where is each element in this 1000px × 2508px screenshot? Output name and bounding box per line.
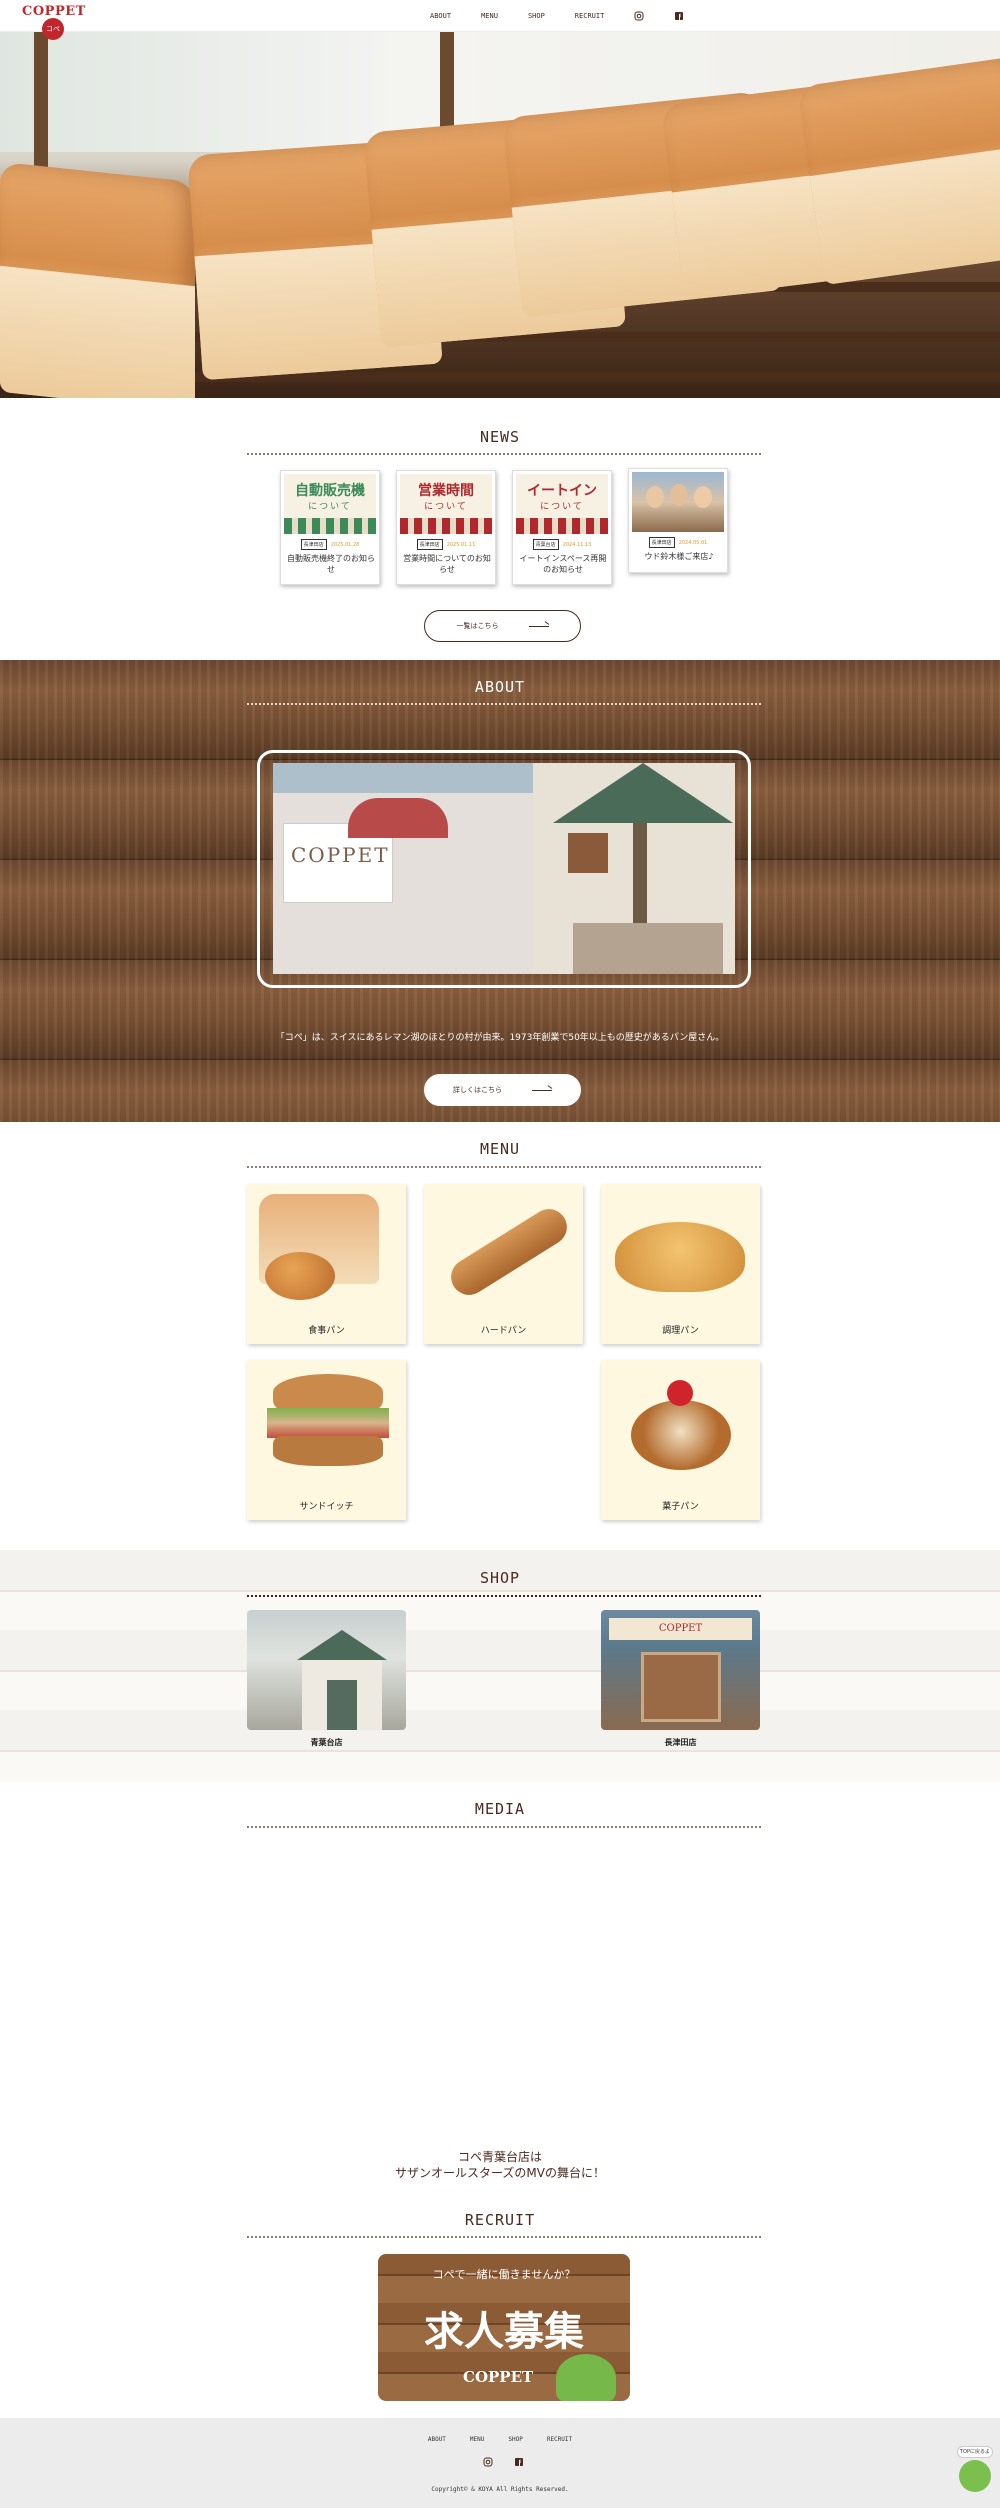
shop-sign: COPPET (609, 1618, 752, 1640)
menu-title: MENU (479, 1140, 521, 1158)
shop-photo-nagatsuta[interactable]: COPPET (601, 1610, 760, 1730)
arrow-right-icon (528, 625, 549, 627)
recruit-title: RECRUIT (464, 2211, 536, 2229)
news-tag: 青葉台店 (532, 539, 559, 550)
news-thumbnail-photo (632, 472, 724, 532)
menu-card-hard-bread[interactable]: ハードパン (424, 1184, 583, 1344)
news-thumbnail: イートイン について (516, 474, 608, 534)
news-tag: 長津田店 (648, 537, 675, 548)
mascot-icon (959, 2460, 991, 2492)
about-more-button[interactable]: 詳しくはこちら (424, 1074, 581, 1106)
bread-loaf (0, 161, 195, 398)
about-shop-photo: COPPET (273, 763, 735, 974)
news-more-label: 一覧はこちら (456, 622, 499, 630)
news-date: 2024.11.13 (562, 541, 592, 548)
news-divider (247, 453, 761, 455)
facebook-icon[interactable] (674, 11, 684, 21)
menu-card-savory-bread[interactable]: 調理パン (601, 1184, 760, 1344)
site-header: COPPET コペ ABOUT MENU SHOP RECRUIT (0, 0, 1000, 40)
about-sign-text: COPPET (291, 843, 390, 867)
back-to-top-button[interactable]: TOPに戻るよ (955, 2446, 995, 2496)
mascot-icon (556, 2354, 616, 2401)
copyright: Copyright© & KOYA All Rights Reserved. (431, 2486, 569, 2493)
main-nav: ABOUT MENU SHOP RECRUIT (430, 0, 714, 32)
news-thumbnail: 営業時間 について (400, 474, 492, 534)
hero-image (0, 32, 1000, 398)
news-tag: 長津田店 (416, 539, 443, 550)
media-caption-line1: コペ青葉台店は (457, 2150, 542, 2164)
logo[interactable]: COPPET コペ (22, 4, 92, 40)
menu-label: サンドイッチ (299, 1502, 354, 1512)
media-title: MEDIA (474, 1800, 526, 1818)
menu-label: 調理パン (662, 1326, 699, 1336)
instagram-icon[interactable] (483, 2457, 493, 2467)
bread-loaf (797, 54, 1000, 286)
menu-card-meal-bread[interactable]: 食事パン (247, 1184, 406, 1344)
shop-label: 青葉台店 (310, 1738, 343, 1747)
shop-divider (247, 1595, 761, 1597)
menu-card-sweet-bread[interactable]: 菓子パン (601, 1360, 760, 1520)
news-card[interactable]: 長津田店 2024.05.01 ウド鈴木様ご来店♪ (628, 468, 728, 573)
media-caption-line2: サザンオールスターズのMVの舞台に！ (395, 2166, 605, 2180)
menu-card-sandwich[interactable]: サンドイッチ (247, 1360, 406, 1520)
about-description: 「コペ」は、スイスにあるレマン湖のほとりの村が由来。1973年創業で50年以上も… (275, 1033, 725, 1043)
media-caption: コペ青葉台店は サザンオールスターズのMVの舞台に！ (0, 2149, 1000, 2181)
shop-title: SHOP (479, 1569, 521, 1587)
news-date: 2024.05.01 (678, 539, 708, 546)
footer-nav-recruit[interactable]: RECRUIT (547, 2436, 572, 2443)
instagram-icon[interactable] (634, 11, 644, 21)
news-tag: 長津田店 (300, 539, 327, 550)
nav-about[interactable]: ABOUT (430, 12, 451, 20)
logo-text: COPPET (22, 4, 86, 19)
media-divider (247, 1826, 761, 1828)
footer-nav-shop[interactable]: SHOP (508, 2436, 522, 2443)
menu-label: 食事パン (308, 1326, 345, 1336)
about-divider (247, 703, 761, 705)
hero-window-frame (34, 32, 48, 172)
back-to-top-label: TOPに戻るよ (957, 2446, 993, 2458)
news-card[interactable]: イートイン について 青葉台店 2024.11.13 イートインスペース再開のお知… (512, 470, 612, 585)
news-card[interactable]: 営業時間 について 長津田店 2025.01.11 営業時間についてのお知らせ (396, 470, 496, 585)
facebook-icon[interactable] (514, 2457, 524, 2467)
footer-nav-menu[interactable]: MENU (470, 2436, 484, 2443)
menu-divider (247, 1166, 761, 1168)
news-item-title: 営業時間についてのお知らせ (403, 554, 491, 574)
news-more-button[interactable]: 一覧はこちら (424, 610, 581, 642)
recruit-banner-logo: COPPET (463, 2368, 534, 2386)
recruit-banner-main: 求人募集 (424, 2308, 584, 2355)
logo-badge: コペ (42, 18, 64, 40)
news-title: NEWS (479, 428, 521, 446)
news-thumbnail: 自動販売機 について (284, 474, 376, 534)
news-item-title: ウド鈴木様ご来店♪ (644, 552, 714, 561)
nav-shop[interactable]: SHOP (528, 12, 545, 20)
news-date: 2025.01.28 (330, 541, 360, 548)
site-footer (0, 2418, 1000, 2508)
news-item-title: イートインスペース再開のお知らせ (519, 554, 607, 574)
about-more-label: 詳しくはこちら (453, 1086, 502, 1094)
menu-label: ハードパン (480, 1326, 527, 1336)
nav-menu[interactable]: MENU (481, 12, 498, 20)
recruit-banner[interactable]: コペで一緒に働きませんか？ 求人募集 COPPET (378, 2254, 630, 2401)
footer-nav-about[interactable]: ABOUT (428, 2436, 446, 2443)
arrow-right-icon (532, 1089, 552, 1091)
about-title: ABOUT (474, 678, 526, 696)
news-card[interactable]: 自動販売機 について 長津田店 2025.01.28 自動販売機終了のお知らせ (280, 470, 380, 585)
news-item-title: 自動販売機終了のお知らせ (287, 554, 375, 574)
nav-recruit[interactable]: RECRUIT (575, 12, 605, 20)
recruit-banner-sub: コペで一緒に働きませんか？ (432, 2268, 576, 2281)
footer-nav: ABOUT MENU SHOP RECRUIT (0, 2436, 1000, 2443)
recruit-divider (247, 2236, 761, 2238)
news-date: 2025.01.11 (446, 541, 476, 548)
shop-photo-aobadai[interactable] (247, 1610, 406, 1730)
shop-label: 長津田店 (664, 1738, 697, 1747)
menu-label: 菓子パン (662, 1502, 699, 1512)
